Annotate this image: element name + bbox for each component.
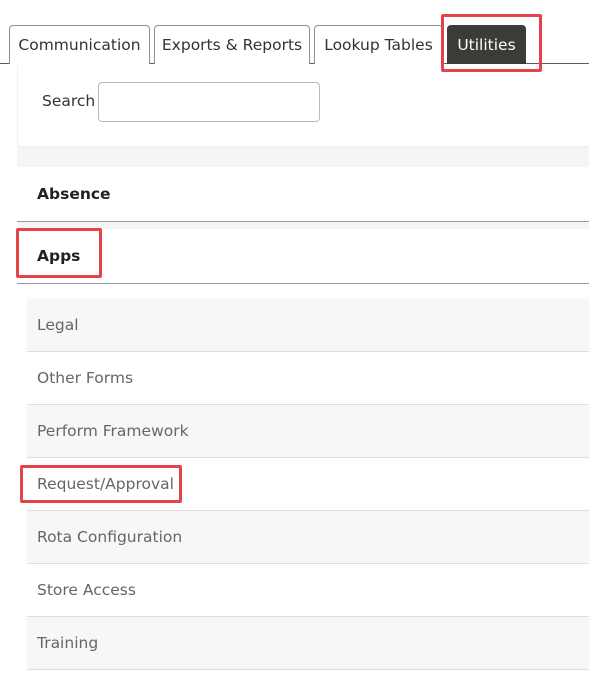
section-gap: [17, 147, 589, 167]
list-item-perform-framework[interactable]: Perform Framework: [27, 405, 589, 458]
category-apps[interactable]: Apps: [17, 229, 589, 284]
list-item-rota-configuration[interactable]: Rota Configuration: [27, 511, 589, 564]
search-input[interactable]: [98, 82, 320, 122]
section-gap: [17, 222, 589, 229]
tab-utilities[interactable]: Utilities: [447, 25, 526, 64]
list-item-training[interactable]: Training: [27, 617, 589, 670]
tab-lookup-tables[interactable]: Lookup Tables: [314, 25, 443, 64]
category-absence[interactable]: Absence: [17, 167, 589, 222]
tab-exports-reports[interactable]: Exports & Reports: [154, 25, 310, 64]
list-item-legal[interactable]: Legal: [27, 299, 589, 352]
tab-communication[interactable]: Communication: [9, 25, 150, 64]
list-item-store-access[interactable]: Store Access: [27, 564, 589, 617]
list-item-other-forms[interactable]: Other Forms: [27, 352, 589, 405]
list-item-request-approval[interactable]: Request/Approval: [27, 458, 589, 511]
tab-bar: Communication Exports & Reports Lookup T…: [0, 0, 589, 64]
search-label: Search: [42, 92, 96, 110]
